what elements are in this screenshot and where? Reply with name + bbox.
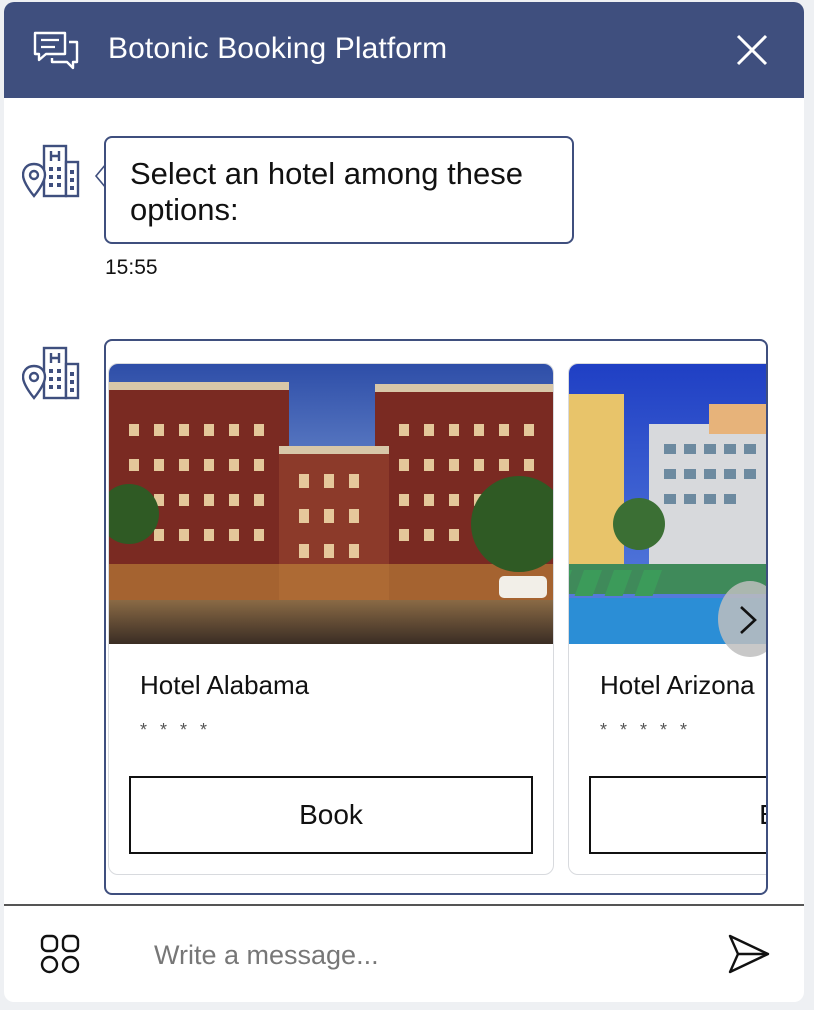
book-button[interactable]: Book [589, 776, 766, 854]
grid-menu-icon[interactable] [40, 934, 80, 974]
hotel-name: Hotel Alabama [140, 670, 310, 700]
chevron-right-icon [740, 606, 757, 634]
chat-bubbles-icon [33, 31, 79, 70]
hotel-name: Hotel Arizona [600, 670, 755, 700]
message-input[interactable] [154, 928, 694, 982]
hotel-location-icon [21, 344, 80, 402]
hotel-card: Hotel Alabama * * * * Book [108, 363, 554, 875]
chat-header: Botonic Booking Platform [4, 2, 804, 98]
message-timestamp: 15:55 [105, 256, 158, 279]
book-button[interactable]: Book [129, 776, 533, 854]
composer-divider [4, 904, 804, 906]
hotel-location-icon [21, 142, 80, 200]
close-icon[interactable] [734, 32, 770, 68]
hotel-stars: * * * * * [600, 720, 692, 740]
send-icon[interactable] [728, 934, 770, 974]
bot-message-text: Select an hotel among these options: [130, 156, 523, 227]
hotel-stars: * * * * [140, 720, 212, 740]
header-title: Botonic Booking Platform [108, 32, 448, 65]
bot-message-bubble: Select an hotel among these options: [104, 136, 574, 244]
chat-widget: Botonic Booking Platform Select an hotel… [4, 2, 804, 1002]
hotel-photo [109, 364, 553, 644]
hotel-carousel: Hotel Alabama * * * * Book Hotel Arizona… [104, 339, 768, 895]
